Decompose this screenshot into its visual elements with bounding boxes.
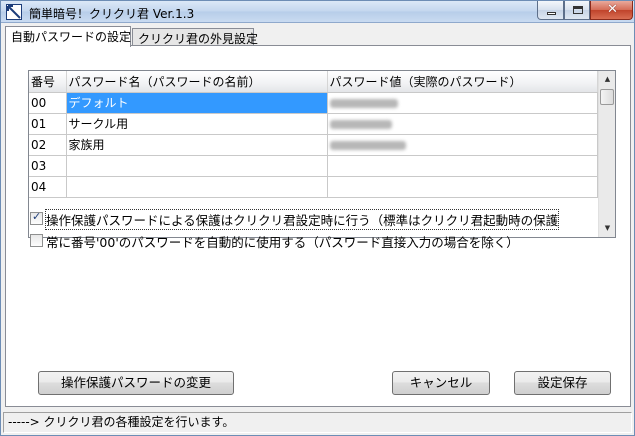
- settings-panel: 番号 パスワード名（パスワードの名前） パスワード値（実際のパスワード） 00 …: [5, 45, 631, 407]
- always-use-00-checkbox[interactable]: [30, 234, 43, 247]
- close-icon: ✕: [607, 2, 618, 17]
- scroll-up-arrow-icon[interactable]: ▲: [599, 71, 615, 88]
- table-row[interactable]: 01 サークル用: [29, 113, 598, 135]
- grid-header-row: 番号 パスワード名（パスワードの名前） パスワード値（実際のパスワード）: [29, 71, 598, 93]
- always-use-00-label[interactable]: 常に番号'00'のパスワードを自動的に使用する（パスワード直接入力の場合を除く）: [46, 232, 519, 251]
- cell-password-value[interactable]: [327, 176, 598, 198]
- grid-vertical-scrollbar[interactable]: ▲ ▼: [598, 71, 615, 237]
- table-row[interactable]: 04: [29, 176, 598, 198]
- title-bar[interactable]: 簡単暗号！クリクリ君 Ver.1.3 ✕: [1, 1, 634, 23]
- masked-value: [329, 119, 392, 129]
- cell-password-name[interactable]: [66, 176, 328, 198]
- status-bar: -----> クリクリ君の各種設定を行います。: [3, 412, 632, 433]
- cancel-button[interactable]: キャンセル: [392, 371, 490, 395]
- header-password-value[interactable]: パスワード値（実際のパスワード）: [327, 71, 598, 93]
- masked-value: [329, 98, 398, 108]
- main-window: 簡単暗号！クリクリ君 Ver.1.3 ✕ 自動パスワードの設定 クリクリ君の外見…: [0, 0, 635, 436]
- change-protect-password-button[interactable]: 操作保護パスワードの変更: [38, 371, 234, 395]
- protect-on-settings-label[interactable]: 操作保護パスワードによる保護はクリクリ君設定時に行う（標準はクリクリ君起動時の保…: [44, 209, 560, 230]
- maximize-icon: [573, 6, 583, 14]
- protect-on-settings-checkbox[interactable]: ✓: [30, 210, 43, 225]
- cell-password-name[interactable]: デフォルト: [66, 92, 328, 114]
- minimize-button[interactable]: [537, 1, 564, 20]
- tab-appearance[interactable]: クリクリ君の外見設定: [132, 28, 258, 46]
- header-password-name[interactable]: パスワード名（パスワードの名前）: [66, 71, 328, 93]
- tab-auto-password[interactable]: 自動パスワードの設定: [5, 26, 131, 47]
- cell-number[interactable]: 04: [29, 176, 67, 198]
- cell-number[interactable]: 01: [29, 113, 67, 135]
- app-icon[interactable]: [6, 4, 22, 20]
- cell-password-value[interactable]: [327, 155, 598, 177]
- cell-password-value[interactable]: [327, 92, 598, 114]
- window-title: 簡単暗号！クリクリ君 Ver.1.3: [29, 7, 195, 21]
- check-mark-icon: ✓: [32, 210, 42, 223]
- header-number[interactable]: 番号: [29, 71, 67, 93]
- table-row[interactable]: 00 デフォルト: [29, 92, 598, 114]
- cell-password-name[interactable]: サークル用: [66, 113, 328, 135]
- cell-password-name[interactable]: [66, 155, 328, 177]
- table-row[interactable]: 03: [29, 155, 598, 177]
- cell-number[interactable]: 03: [29, 155, 67, 177]
- minimize-icon: [547, 12, 556, 15]
- cell-password-value[interactable]: [327, 134, 598, 156]
- cell-number[interactable]: 00: [29, 92, 67, 114]
- cell-password-value[interactable]: [327, 113, 598, 135]
- cell-password-name[interactable]: 家族用: [66, 134, 328, 156]
- scroll-thumb[interactable]: [600, 89, 614, 105]
- masked-value: [329, 140, 406, 150]
- password-table: 番号 パスワード名（パスワードの名前） パスワード値（実際のパスワード） 00 …: [29, 71, 598, 198]
- save-settings-button[interactable]: 設定保存: [514, 371, 611, 395]
- table-row[interactable]: 02 家族用: [29, 134, 598, 156]
- scroll-down-arrow-icon[interactable]: ▼: [599, 220, 615, 237]
- close-button[interactable]: ✕: [590, 1, 633, 20]
- maximize-button[interactable]: [564, 1, 590, 20]
- cell-number[interactable]: 02: [29, 134, 67, 156]
